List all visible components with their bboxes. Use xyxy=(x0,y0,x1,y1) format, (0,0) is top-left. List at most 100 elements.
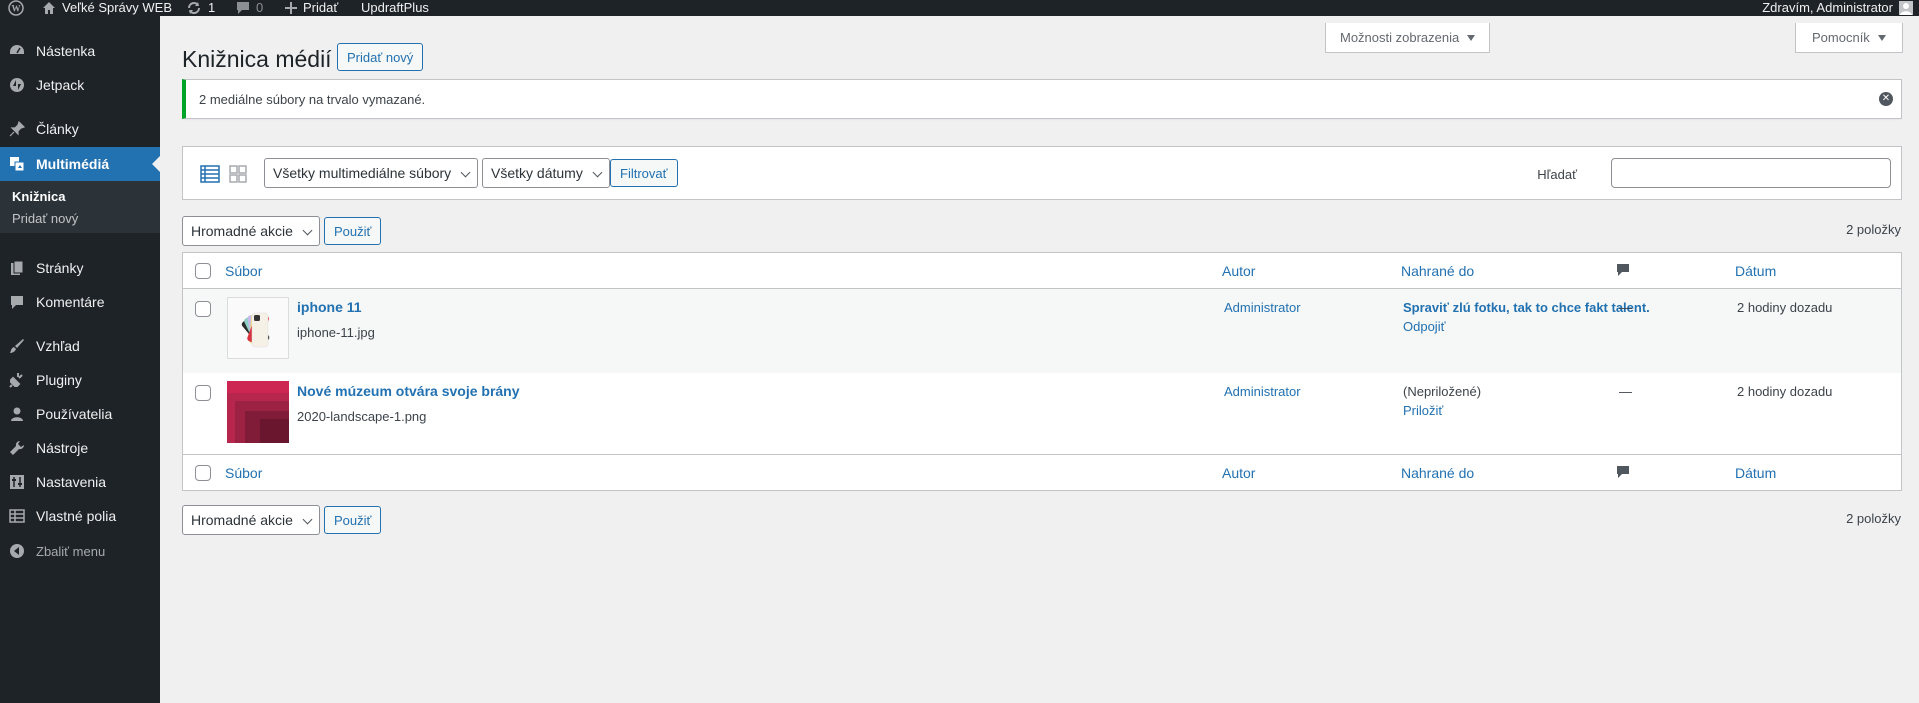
date-select[interactable]: Všetky dátumy xyxy=(482,158,610,188)
collapse-menu-label: Zbaliť menu xyxy=(36,543,106,559)
sidebar-item-label: Nástroje xyxy=(36,440,89,456)
sidebar-item-users[interactable]: Používatelia xyxy=(0,397,160,431)
sidebar-item-jetpack[interactable]: Jetpack xyxy=(0,68,160,102)
grid-view-icon[interactable] xyxy=(228,164,248,184)
row-checkbox[interactable] xyxy=(195,385,211,401)
column-date[interactable]: Dátum xyxy=(1735,465,1776,481)
updraftplus-link[interactable]: UpdraftPlus xyxy=(361,0,429,16)
sidebar-item-label: Články xyxy=(36,121,79,137)
plugin-icon xyxy=(9,373,23,388)
sidebar-item-label: Nastavenia xyxy=(36,474,107,490)
sidebar-item-comments[interactable]: Komentáre xyxy=(0,285,160,319)
bulk-actions-value: Hromadné akcie xyxy=(191,223,293,239)
sidebar-item-label: Vzhľad xyxy=(36,338,80,354)
comments-column-icon[interactable] xyxy=(1616,263,1630,277)
site-name-link[interactable]: Veľké Správy WEB xyxy=(42,0,172,16)
media-thumbnail[interactable] xyxy=(227,297,289,359)
bulk-actions-value: Hromadné akcie xyxy=(191,512,293,528)
column-file[interactable]: Súbor xyxy=(225,263,262,279)
apply-button-bottom[interactable]: Použiť xyxy=(324,506,382,534)
author-link[interactable]: Administrator xyxy=(1224,300,1301,315)
search-input[interactable] xyxy=(1611,158,1891,188)
page-title: Knižnica médií xyxy=(182,46,332,72)
list-view-icon[interactable] xyxy=(200,164,220,184)
media-title-link[interactable]: iphone 11 xyxy=(297,299,362,315)
sidebar-item-media[interactable]: Multimédiá xyxy=(0,147,160,181)
chevron-down-icon xyxy=(302,514,313,525)
sidebar-item-label: Stránky xyxy=(36,260,84,276)
column-author[interactable]: Autor xyxy=(1222,465,1255,481)
sidebar-item-pages[interactable]: Stránky xyxy=(0,251,160,285)
sidebar-item-appearance[interactable]: Vzhľad xyxy=(0,329,160,363)
caret-down-icon xyxy=(1877,34,1886,41)
help-button[interactable]: Pomocník xyxy=(1795,23,1903,53)
sidebar-item-plugins[interactable]: Pluginy xyxy=(0,363,160,397)
my-account-link[interactable]: Zdravím, Administrator xyxy=(1762,0,1913,16)
submenu-library[interactable]: Knižnica xyxy=(12,189,65,204)
sidebar-item-settings[interactable]: Nastavenia xyxy=(0,465,160,499)
bulk-actions-select-top[interactable]: Hromadné akcie xyxy=(182,216,320,246)
pin-icon xyxy=(9,121,25,137)
sidebar-item-label: Jetpack xyxy=(36,77,85,93)
uploaded-to-link[interactable]: Spraviť zlú fotku, tak to chce fakt tale… xyxy=(1403,300,1650,315)
sidebar-item-custom-fields[interactable]: Vlastné polia xyxy=(0,499,160,533)
date-value: Všetky dátumy xyxy=(491,165,583,181)
add-new-button[interactable]: Pridať nový xyxy=(337,43,424,71)
caret-down-icon xyxy=(1467,34,1476,41)
attach-link[interactable]: Priložiť xyxy=(1403,403,1443,418)
table-footer: Súbor Autor Nahrané do Dátum xyxy=(183,454,1901,490)
select-all-checkbox-bottom[interactable] xyxy=(195,465,211,481)
column-date[interactable]: Dátum xyxy=(1735,263,1776,279)
author-link[interactable]: Administrator xyxy=(1224,384,1301,399)
table-row: iphone 11 iphone-11.jpg Administrator Sp… xyxy=(183,289,1901,373)
media-title-link[interactable]: Nové múzeum otvára svoje brány xyxy=(297,383,520,399)
sidebar-item-tools[interactable]: Nástroje xyxy=(0,431,160,465)
avatar xyxy=(1899,1,1913,15)
media-type-select[interactable]: Všetky multimediálne súbory xyxy=(264,158,479,188)
search-label: Hľadať xyxy=(1537,167,1577,182)
date-cell: 2 hodiny dozadu xyxy=(1737,384,1833,399)
sidebar-item-label: Nástenka xyxy=(36,43,96,59)
jetpack-icon xyxy=(10,78,24,92)
new-content-link[interactable]: Pridať xyxy=(285,0,338,16)
apply-button-top[interactable]: Použiť xyxy=(324,217,382,245)
screen-options-label: Možnosti zobrazenia xyxy=(1340,30,1460,45)
media-thumbnail[interactable] xyxy=(227,381,289,443)
sidebar-item-posts[interactable]: Články xyxy=(0,112,160,146)
row-checkbox[interactable] xyxy=(195,301,211,317)
collapse-menu-button[interactable]: Zbaliť menu xyxy=(0,534,160,568)
column-uploaded-to[interactable]: Nahrané do xyxy=(1401,465,1474,481)
media-submenu: Knižnica Pridať nový xyxy=(0,181,160,233)
comments-link[interactable]: 0 xyxy=(236,0,263,16)
wrench-icon xyxy=(10,440,25,455)
chevron-down-icon xyxy=(302,225,313,236)
updates-link[interactable]: 1 xyxy=(186,0,215,16)
filter-button[interactable]: Filtrovať xyxy=(610,159,678,187)
select-all-checkbox[interactable] xyxy=(195,263,211,279)
media-type-value: Všetky multimediálne súbory xyxy=(273,165,452,181)
chevron-down-icon xyxy=(592,167,603,178)
home-icon xyxy=(43,2,55,14)
landscape-thumbnail-image xyxy=(227,381,289,443)
bulk-actions-select-bottom[interactable]: Hromadné akcie xyxy=(182,505,320,535)
column-file[interactable]: Súbor xyxy=(225,465,262,481)
media-table: Súbor Autor Nahrané do Dátum iphone 11 i… xyxy=(182,252,1902,491)
comments-count: 0 xyxy=(256,0,264,15)
wordpress-logo-icon[interactable]: W xyxy=(8,0,24,16)
dismiss-icon[interactable]: ✕ xyxy=(1879,92,1893,106)
column-uploaded-to[interactable]: Nahrané do xyxy=(1401,263,1474,279)
dashboard-icon xyxy=(10,45,24,54)
sidebar-item-label: Pluginy xyxy=(36,372,82,388)
items-count-bottom: 2 položky xyxy=(1846,511,1901,526)
screen-options-button[interactable]: Možnosti zobrazenia xyxy=(1325,23,1491,53)
sidebar-item-dashboard[interactable]: Nástenka xyxy=(0,34,160,68)
date-cell: 2 hodiny dozadu xyxy=(1737,300,1833,315)
comments-column-icon[interactable] xyxy=(1616,465,1630,479)
comment-bubble-icon xyxy=(237,2,249,14)
user-icon xyxy=(11,407,23,421)
column-author[interactable]: Autor xyxy=(1222,263,1255,279)
sidebar-item-label: Vlastné polia xyxy=(36,508,117,524)
detach-link[interactable]: Odpojiť xyxy=(1403,319,1445,334)
submenu-add-new[interactable]: Pridať nový xyxy=(12,211,78,226)
items-count-top: 2 položky xyxy=(1846,222,1901,237)
